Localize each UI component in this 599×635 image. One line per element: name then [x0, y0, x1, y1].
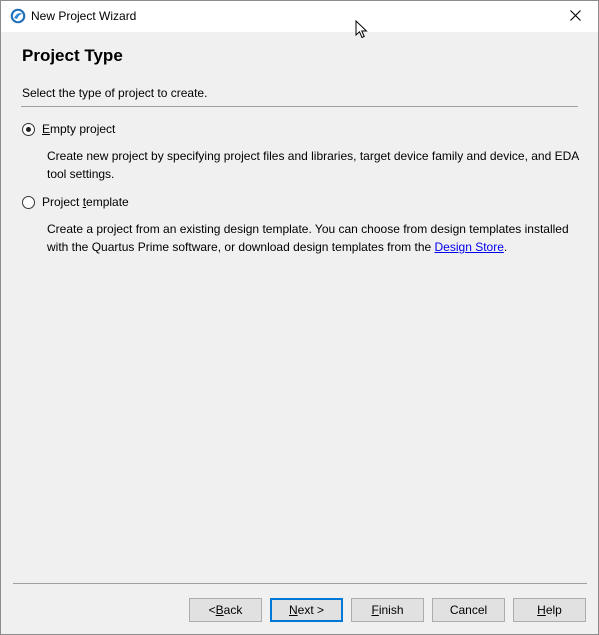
- empty-project-option[interactable]: Empty project: [22, 122, 115, 136]
- page-description: Select the type of project to create.: [22, 86, 208, 100]
- design-store-link[interactable]: Design Store: [435, 240, 504, 254]
- footer-divider: [13, 583, 587, 584]
- next-button[interactable]: Next >: [270, 598, 343, 622]
- project-template-label[interactable]: Project template: [42, 195, 129, 209]
- finish-button[interactable]: Finish: [351, 598, 424, 622]
- project-template-description: Create a project from an existing design…: [47, 222, 569, 254]
- empty-project-radio[interactable]: [22, 122, 35, 136]
- mouse-pointer-icon: [355, 19, 369, 40]
- title-bar[interactable]: New Project Wizard: [1, 1, 598, 32]
- back-button[interactable]: < Back: [189, 598, 262, 622]
- quartus-globe-icon: [10, 8, 26, 24]
- cancel-button[interactable]: Cancel: [432, 598, 505, 622]
- header-divider: [21, 106, 578, 107]
- project-template-radio[interactable]: [22, 195, 35, 209]
- help-button[interactable]: Help: [513, 598, 586, 622]
- window-title: New Project Wizard: [31, 9, 137, 23]
- project-template-option[interactable]: Project template: [22, 195, 129, 209]
- page-title: Project Type: [22, 46, 123, 65]
- close-button[interactable]: [552, 1, 598, 32]
- close-icon: [569, 9, 581, 24]
- new-project-wizard-window: New Project Wizard Project Type Select t…: [0, 0, 599, 635]
- empty-project-label[interactable]: Empty project: [42, 122, 115, 136]
- empty-project-description: Create new project by specifying project…: [47, 149, 579, 181]
